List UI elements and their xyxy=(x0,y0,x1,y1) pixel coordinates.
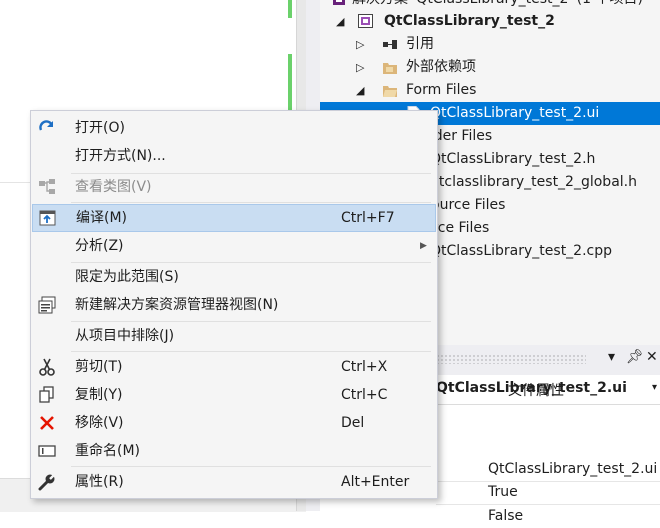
menu-item-new-explorer-view[interactable]: 新建解决方案资源管理器视图(N) xyxy=(32,291,436,319)
tree-item-label: 引用 xyxy=(406,36,434,52)
tree-item-project[interactable]: ◢ QtClassLibrary_test_2 xyxy=(320,10,660,33)
references-icon xyxy=(382,37,398,52)
change-marker xyxy=(288,0,292,18)
property-value[interactable]: True xyxy=(488,481,660,504)
expand-arrow-icon[interactable]: ▷ xyxy=(356,33,364,56)
class-diagram-icon xyxy=(38,178,56,196)
pin-icon[interactable]: 📌︎ xyxy=(626,349,644,365)
tree-item-external-deps[interactable]: ▷ 外部依赖项 xyxy=(320,56,660,79)
menu-separator xyxy=(71,351,431,352)
property-value[interactable]: QtClassLibrary_test_2.ui xyxy=(488,458,660,481)
submenu-arrow-icon: ▶ xyxy=(420,241,427,251)
change-marker xyxy=(288,54,292,110)
menu-item-open[interactable]: 打开(O) xyxy=(32,114,436,142)
menu-item-remove[interactable]: 移除(V) Del xyxy=(32,409,436,437)
copy-icon xyxy=(38,386,56,404)
property-value[interactable]: False xyxy=(488,505,660,528)
wrench-icon xyxy=(38,473,56,491)
folder-icon xyxy=(382,60,398,75)
open-arrow-icon xyxy=(38,119,56,137)
menu-item-properties[interactable]: 属性(R) Alt+Enter xyxy=(32,468,436,496)
tree-item-label: QtClassLibrary_test_2 xyxy=(384,13,555,29)
properties-grid: QtClassLibrary_test_2.ui True False xyxy=(436,405,660,524)
project-icon xyxy=(358,14,374,29)
open-folder-icon xyxy=(382,83,398,98)
close-icon[interactable]: ✕ xyxy=(646,349,658,365)
rename-icon xyxy=(38,442,56,460)
grip-dots xyxy=(436,354,586,364)
tree-item-references[interactable]: ▷ 引用 xyxy=(320,33,660,56)
dropdown-arrow-icon[interactable]: ▾ xyxy=(608,349,615,365)
menu-item-copy[interactable]: 复制(Y) Ctrl+C xyxy=(32,381,436,409)
menu-item-cut[interactable]: 剪切(T) Ctrl+X xyxy=(32,353,436,381)
menu-separator xyxy=(71,466,431,467)
expand-arrow-icon[interactable]: ▷ xyxy=(356,56,364,79)
tree-item-label: QtClassLibrary_test_2.cpp xyxy=(430,243,613,259)
solution-icon xyxy=(332,0,348,7)
red-x-icon xyxy=(38,414,56,432)
menu-item-open-with[interactable]: 打开方式(N)... xyxy=(32,142,436,170)
scissors-icon xyxy=(38,358,56,376)
collapse-arrow-icon[interactable]: ◢ xyxy=(336,10,344,33)
tree-item-label: QtClassLibrary_test_2.h xyxy=(430,151,596,167)
menu-item-view-class-diagram[interactable]: 查看类图(V) xyxy=(32,173,436,201)
menu-item-compile[interactable]: 编译(M) Ctrl+F7 xyxy=(32,204,436,232)
chevron-down-icon[interactable]: ▾ xyxy=(652,382,657,393)
properties-object-selector[interactable]: QtClassLibrary_test_2.ui 文件属性 ▾ xyxy=(436,376,660,405)
context-menu: 打开(O) 打开方式(N)... 查看类图(V) 编译(M) Ctrl+F7 分… xyxy=(30,110,438,499)
properties-panel-header: ▾ 📌︎ ✕ xyxy=(436,345,660,375)
tree-item-label: 外部依赖项 xyxy=(406,59,476,75)
menu-item-rename[interactable]: 重命名(M) xyxy=(32,437,436,465)
menu-item-analyze[interactable]: 分析(Z) ▶ xyxy=(32,232,436,260)
menu-item-exclude-from-project[interactable]: 从项目中排除(J) xyxy=(32,322,436,350)
tree-item-label: Form Files xyxy=(406,82,477,98)
compile-icon xyxy=(39,209,57,227)
properties-object-type: 文件属性 xyxy=(508,383,564,399)
tree-item-label: QtClassLibrary_test_2.ui xyxy=(430,105,600,121)
collapse-arrow-icon[interactable]: ◢ xyxy=(356,79,364,102)
tree-item-label: qtclasslibrary_test_2_global.h xyxy=(430,174,637,190)
new-view-icon xyxy=(38,296,56,314)
menu-item-scope-to-this[interactable]: 限定为此范围(S) xyxy=(32,263,436,291)
menu-separator xyxy=(71,202,431,203)
tree-item-form-files[interactable]: ◢ Form Files xyxy=(320,79,660,102)
